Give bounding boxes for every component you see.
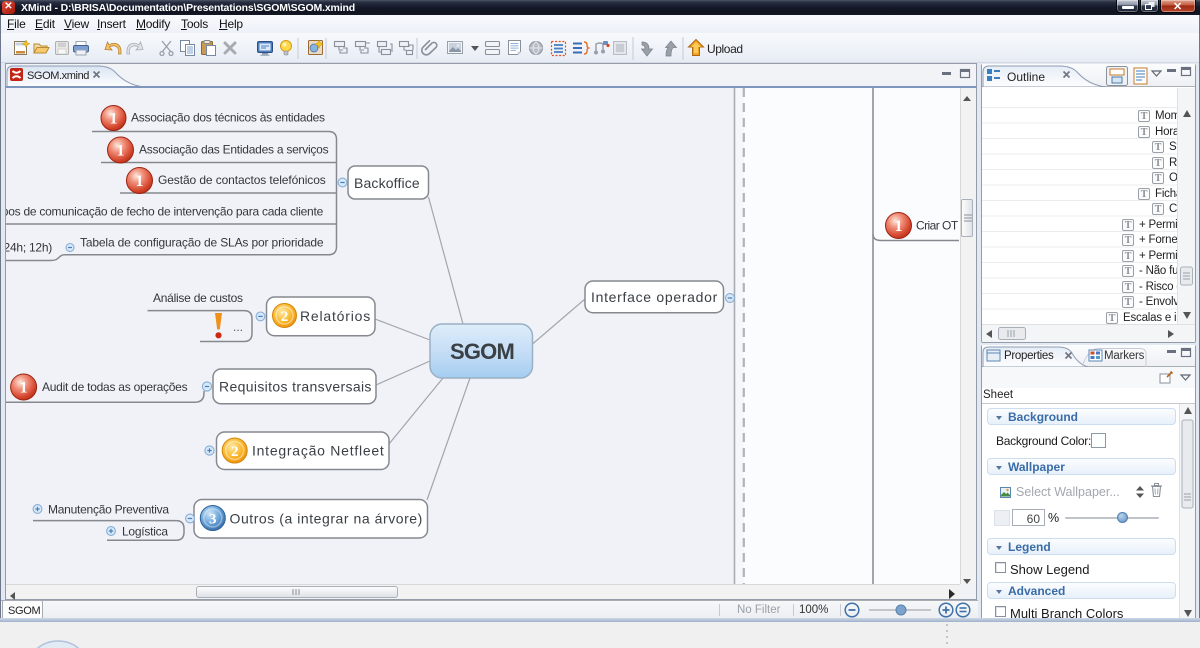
svg-text:...: ... [233,320,243,334]
svg-text:Relatórios: Relatórios [300,308,371,324]
svg-text:Criar OT: Criar OT [916,219,959,233]
svg-text:Manutenção Preventiva: Manutenção Preventiva [48,502,169,516]
svg-text:3: 3 [209,512,217,528]
svg-text:1: 1 [20,380,28,397]
svg-text:Integração Netfleet: Integração Netfleet [252,442,385,458]
svg-text:Backoffice: Backoffice [354,175,420,191]
svg-text:Análise de custos: Análise de custos [153,291,243,305]
svg-text:Associação dos técnicos às ent: Associação dos técnicos às entidades [131,111,325,125]
svg-text:Gestão de contactos telefónico: Gestão de contactos telefónicos [158,173,326,187]
svg-text:Associação das Entidades a ser: Associação das Entidades a serviços [139,143,329,157]
svg-text:2: 2 [231,444,239,460]
svg-text:Outros (a integrar na árvore): Outros (a integrar na árvore) [230,510,423,526]
svg-text:SGOM: SGOM [450,339,514,364]
svg-text:Tabela de configuração de SLAs: Tabela de configuração de SLAs por prior… [80,236,324,250]
svg-text:1: 1 [117,143,125,160]
svg-text:2: 2 [281,309,289,325]
svg-text:Requisitos transversais: Requisitos transversais [219,378,372,394]
svg-text:1: 1 [110,111,118,128]
svg-text:1: 1 [895,218,903,235]
svg-text:(4h; 8h; 24h; 12h): (4h; 8h; 24h; 12h) [6,241,52,255]
svg-text:1: 1 [136,173,144,190]
svg-text:Interface operador: Interface operador [591,289,718,305]
svg-text:Logística: Logística [122,524,168,538]
svg-text:Tipos de comunicação de fecho: Tipos de comunicação de fecho de interve… [6,205,324,219]
svg-text:Audit de todas as operações: Audit de todas as operações [42,380,188,394]
